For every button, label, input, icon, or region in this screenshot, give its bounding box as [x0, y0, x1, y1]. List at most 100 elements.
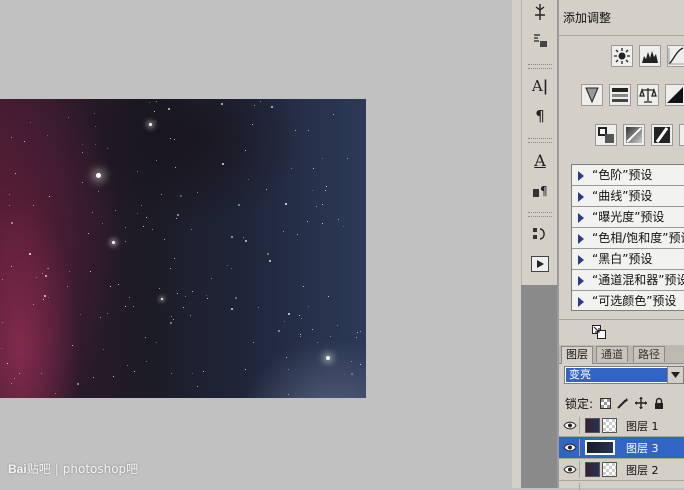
vibrance-icon[interactable]: [581, 84, 603, 106]
star: [149, 102, 150, 103]
canvas-workspace[interactable]: Bai贴吧 | photoshop吧: [0, 0, 521, 488]
levels-icon[interactable]: [639, 45, 661, 67]
lock-pixels-icon[interactable]: [617, 397, 629, 409]
star: [203, 371, 204, 372]
preset-label: “通道混和器”预设: [592, 273, 684, 287]
eye-icon[interactable]: [561, 417, 580, 434]
panel-grip[interactable]: [528, 138, 552, 143]
posterize-icon[interactable]: [679, 124, 684, 146]
invert-icon[interactable]: [651, 124, 673, 146]
tab-layers[interactable]: 图层: [561, 346, 593, 364]
eye-icon[interactable]: [561, 461, 580, 478]
actions-icon[interactable]: [529, 254, 551, 274]
character-icon[interactable]: A|: [529, 76, 551, 96]
expand-triangle-icon[interactable]: [578, 255, 584, 265]
star: [33, 304, 34, 305]
layer-row-selected[interactable]: 图层 3: [559, 437, 684, 459]
tab-channels[interactable]: 通道: [596, 346, 628, 362]
character-style-icon[interactable]: A: [529, 150, 551, 170]
preset-exposure[interactable]: “曝光度”预设: [572, 207, 684, 228]
star: [227, 265, 228, 266]
star: [137, 213, 138, 214]
chevron-down-icon[interactable]: [667, 367, 683, 383]
layers-list: 图层 1 图层 3 图层 2: [559, 415, 684, 490]
panel-icon-strip-empty: [521, 285, 557, 488]
star: [113, 376, 114, 377]
star: [82, 152, 83, 153]
expand-triangle-icon[interactable]: [578, 234, 584, 244]
star: [360, 364, 361, 365]
lock-transparency-icon[interactable]: [599, 397, 611, 409]
paragraph-style-icon[interactable]: ¶: [529, 180, 551, 200]
star: [211, 278, 212, 279]
document-image[interactable]: [0, 99, 366, 398]
star: [11, 383, 12, 384]
star: [174, 258, 175, 259]
star: [291, 168, 292, 169]
black-white-icon[interactable]: [665, 84, 684, 106]
preset-black-white[interactable]: “黑白”预设: [572, 249, 684, 270]
star: [125, 227, 126, 228]
expand-triangle-icon[interactable]: [578, 276, 584, 286]
lock-all-icon[interactable]: [653, 397, 665, 409]
info-icon[interactable]: [529, 30, 551, 50]
blend-mode-select[interactable]: 变亮: [564, 366, 684, 384]
preset-hue-saturation[interactable]: “色相/饱和度”预设: [572, 228, 684, 249]
star: [197, 386, 198, 387]
photo-filter-icon[interactable]: [595, 124, 617, 146]
history-icon[interactable]: [529, 224, 551, 244]
eye-icon[interactable]: [561, 439, 580, 456]
preset-label: “色阶”预设: [592, 168, 653, 182]
expand-triangle-icon[interactable]: [578, 192, 584, 202]
channel-mixer-icon[interactable]: [623, 124, 645, 146]
preset-label: “黑白”预设: [592, 252, 653, 266]
star: [88, 233, 89, 234]
panel-grip[interactable]: [528, 64, 552, 69]
tab-paths[interactable]: 路径: [633, 346, 665, 362]
preset-channel-mixer[interactable]: “通道混和器”预设: [572, 270, 684, 291]
star: [243, 237, 244, 238]
brightness-contrast-icon[interactable]: [611, 45, 633, 67]
star: [19, 373, 20, 374]
star: [171, 316, 172, 317]
star: [222, 163, 224, 165]
preset-curves[interactable]: “曲线”预设: [572, 186, 684, 207]
curves-icon[interactable]: [667, 45, 684, 67]
star: [312, 329, 313, 330]
star: [295, 130, 296, 131]
layer-name[interactable]: 图层 2: [626, 462, 659, 478]
layer-row[interactable]: 图层 2: [559, 459, 684, 481]
star: [192, 291, 193, 292]
star: [271, 106, 273, 108]
star: [67, 286, 68, 287]
panel-grip[interactable]: [528, 212, 552, 217]
bright-star: [111, 240, 115, 244]
expand-triangle-icon[interactable]: [578, 297, 584, 307]
star: [185, 296, 186, 297]
lock-row: 锁定:: [565, 395, 665, 411]
layer-name[interactable]: 图层 3: [626, 440, 659, 456]
layer-name[interactable]: 图层 1: [626, 418, 659, 434]
expand-triangle-icon[interactable]: [578, 171, 584, 181]
histogram-icon[interactable]: [529, 2, 551, 22]
color-balance-icon[interactable]: [637, 84, 659, 106]
star: [173, 319, 174, 320]
hue-saturation-icon[interactable]: [609, 84, 631, 106]
paragraph-icon[interactable]: ¶: [529, 106, 551, 126]
preset-levels[interactable]: “色阶”预设: [572, 165, 684, 186]
star: [300, 336, 301, 337]
eye-icon[interactable]: [561, 483, 580, 490]
layer-thumbnail: [585, 462, 600, 477]
star: [312, 190, 313, 191]
layer-row[interactable]: 图层 1: [559, 415, 684, 437]
expand-triangle-icon[interactable]: [578, 213, 584, 223]
layer-row-partial[interactable]: [559, 481, 684, 490]
lock-position-icon[interactable]: [635, 397, 648, 409]
preset-selective-color[interactable]: “可选颜色”预设: [572, 291, 684, 312]
star: [308, 306, 309, 307]
clip-to-layer-icon[interactable]: [591, 324, 607, 340]
lock-label: 锁定:: [565, 396, 594, 411]
star: [299, 315, 300, 316]
star: [14, 378, 15, 379]
star: [156, 160, 157, 161]
